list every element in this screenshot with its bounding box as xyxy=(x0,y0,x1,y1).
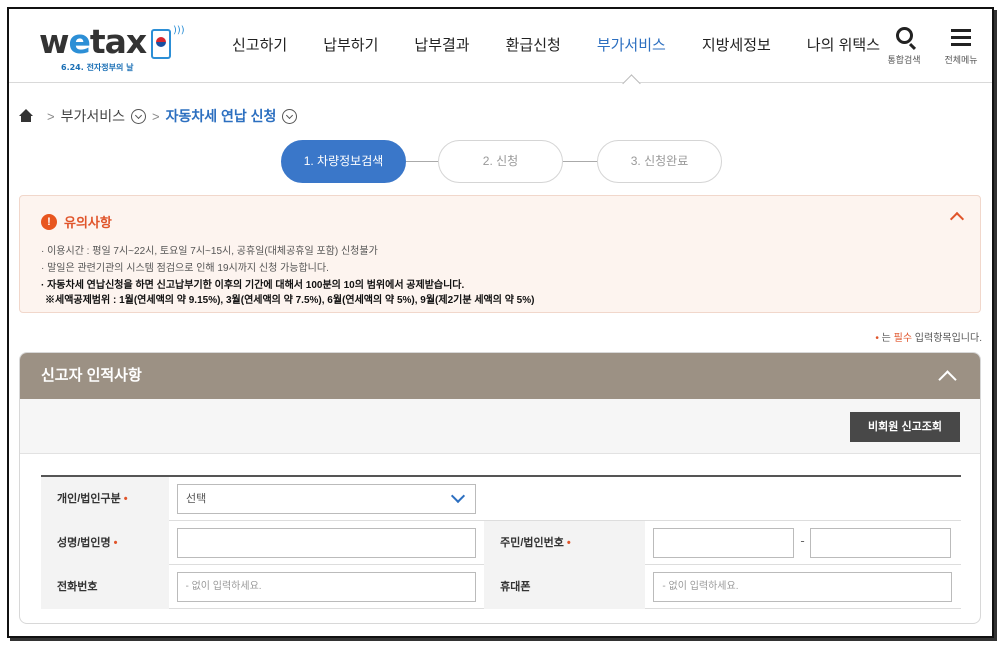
notice-box: ! 유의사항 · 이용시간 : 평일 7시~22시, 토요일 7시~15시, 공… xyxy=(19,195,981,313)
nav-item-pay[interactable]: 납부하기 xyxy=(305,9,396,83)
notice-line: · 자동차세 연납신청을 하면 신고납부기한 이후의 기간에 대해서 100분의… xyxy=(41,280,465,291)
breadcrumb-level1[interactable]: 부가서비스 xyxy=(61,106,125,126)
step-1: 1. 차량정보검색 xyxy=(281,140,406,183)
id-number-second-input[interactable] xyxy=(810,527,952,558)
main-nav: 신고하기 납부하기 납부결과 환급신청 부가서비스 지방세정보 나의 위택스 xyxy=(214,9,898,83)
required-note: • 는 필수 입력항목입니다. xyxy=(875,333,982,344)
mobile-label: 휴대폰 xyxy=(484,564,646,609)
logo-subtitle: 6.24. 전자정부의 날 xyxy=(61,63,134,72)
circle-chevron-down-icon[interactable] xyxy=(282,108,298,124)
phone-input[interactable] xyxy=(176,571,476,602)
form-row: 전화번호 휴대폰 xyxy=(41,564,961,609)
breadcrumb-current[interactable]: 자동차세 연납 신청 xyxy=(166,106,277,126)
section-title: 신고자 인적사항 xyxy=(41,367,142,384)
progress-steps: 1. 차량정보검색 2. 신청 3. 신청완료 xyxy=(281,140,723,184)
search-icon xyxy=(896,27,913,44)
all-menu-label: 전체메뉴 xyxy=(944,56,978,66)
chevron-up-icon[interactable] xyxy=(949,211,965,227)
notice-lines: · 이용시간 : 평일 7시~22시, 토요일 7시~15시, 공휴일(대체공휴… xyxy=(41,243,534,307)
type-label: 개인/법인구분 • xyxy=(41,476,169,521)
signal-icon: ))) xyxy=(173,25,185,36)
nav-item-refund[interactable]: 환급신청 xyxy=(488,9,579,83)
site-header: wetax ))) 6.24. 전자정부의 날 신고하기 납부하기 납부결과 환… xyxy=(9,9,992,83)
circle-chevron-down-icon[interactable] xyxy=(131,108,146,124)
reporter-info-section: 신고자 인적사항 비회원 신고조회 개인/법인구분• 선택 성명/법인명• xyxy=(19,352,981,624)
nav-item-extra-services[interactable]: 부가서비스 xyxy=(579,9,684,83)
phone-label: 전화번호 xyxy=(41,564,169,609)
phone-icon xyxy=(151,29,171,59)
chevron-right-icon: > xyxy=(152,108,160,124)
home-icon[interactable] xyxy=(19,109,33,123)
name-label: 성명/법인명 • xyxy=(41,520,169,565)
all-menu-button[interactable]: 전체메뉴 xyxy=(938,23,984,66)
wetax-logo[interactable]: wetax ))) 6.24. 전자정부의 날 xyxy=(39,22,185,73)
id-number-first-input[interactable] xyxy=(653,527,795,558)
step-2: 2. 신청 xyxy=(438,140,563,183)
id-number-label: 주민/법인번호 • xyxy=(484,520,646,565)
chevron-right-icon: > xyxy=(47,108,55,124)
chevron-up-icon[interactable] xyxy=(938,370,957,389)
breadcrumb: > 부가서비스 > 자동차세 연납 신청 xyxy=(19,105,298,127)
exclamation-icon: ! xyxy=(41,213,57,230)
section-header[interactable]: 신고자 인적사항 xyxy=(20,353,980,399)
reporter-form: 개인/법인구분 • 선택 성명/법인명 • 주민/법인번호 • - 전화번호 -… xyxy=(41,475,961,609)
notice-title: ! 유의사항 xyxy=(41,212,112,231)
step-3: 3. 신청완료 xyxy=(597,140,722,183)
nav-item-local-tax-info[interactable]: 지방세정보 xyxy=(684,9,789,83)
chevron-down-icon xyxy=(450,488,466,503)
nav-item-report[interactable]: 신고하기 xyxy=(214,9,305,83)
logo-wordmark: wetax xyxy=(39,22,147,61)
form-row: 성명/법인명 • 주민/법인번호 • - xyxy=(41,520,961,565)
form-row: 개인/법인구분 • 선택 xyxy=(41,476,961,521)
name-input[interactable] xyxy=(176,527,476,558)
browser-frame: wetax ))) 6.24. 전자정부의 날 신고하기 납부하기 납부결과 환… xyxy=(7,7,994,638)
notice-line: · 이용시간 : 평일 7시~22시, 토요일 7시~15시, 공휴일(대체공휴… xyxy=(41,246,378,257)
notice-title-text: 유의사항 xyxy=(64,215,112,230)
nonmember-lookup-button[interactable]: 비회원 신고조회 xyxy=(850,412,960,442)
section-toolbar: 비회원 신고조회 xyxy=(20,399,980,454)
notice-line: ※세액공제범위 : 1월(연세액의 약 9.15%), 3월(연세액의 약 7.… xyxy=(45,295,535,306)
mobile-input[interactable] xyxy=(653,571,953,602)
nav-item-pay-result[interactable]: 납부결과 xyxy=(396,9,487,83)
id-number-dash: - xyxy=(800,533,805,548)
search-label: 통합검색 xyxy=(887,56,921,66)
step-connector xyxy=(406,161,438,162)
type-select[interactable]: 선택 xyxy=(177,483,476,514)
step-connector xyxy=(563,161,598,162)
notice-line: · 말일은 관련기관의 시스템 점검으로 인해 19시까지 신청 가능합니다. xyxy=(41,263,329,274)
search-button[interactable]: 통합검색 xyxy=(881,23,927,66)
hamburger-icon xyxy=(951,29,971,32)
